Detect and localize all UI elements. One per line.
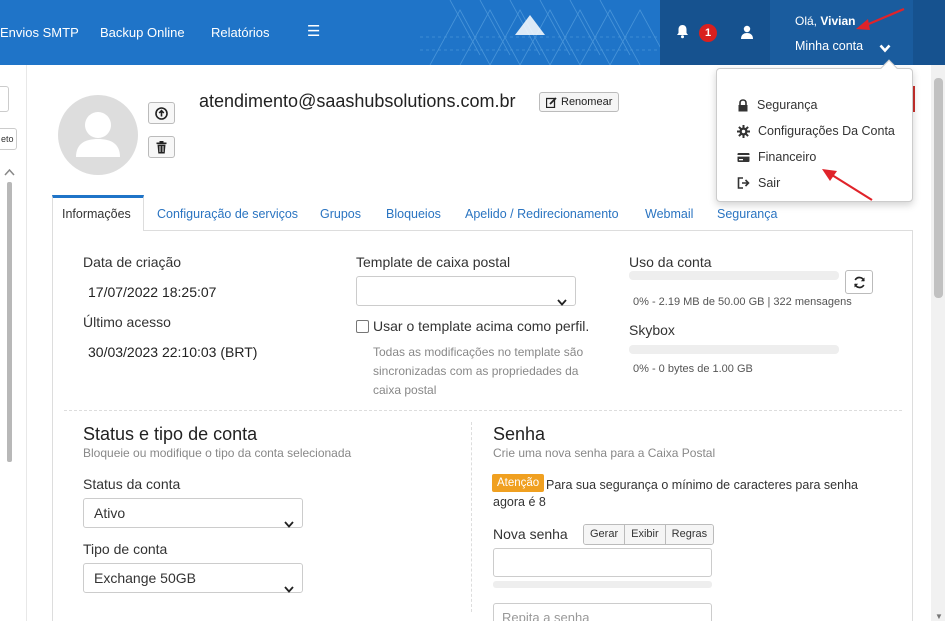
- use-template-checkbox[interactable]: [356, 320, 369, 333]
- password-rules-button[interactable]: Regras: [665, 525, 714, 544]
- warning-badge: Atenção: [492, 474, 545, 492]
- credit-card-icon: [737, 152, 750, 162]
- new-password-label: Nova senha: [493, 526, 568, 542]
- type-label: Tipo de conta: [83, 541, 168, 557]
- warning-text: Para sua segurança o mínimo de caractere…: [546, 478, 858, 492]
- section-divider: [64, 410, 902, 411]
- page-scrollbar-thumb[interactable]: [934, 78, 943, 298]
- password-button-group: Gerar Exibir Regras: [583, 524, 715, 545]
- upload-icon: [155, 106, 168, 120]
- show-password-button[interactable]: Exibir: [625, 525, 666, 544]
- password-strength-bar: [493, 581, 712, 588]
- scroll-down-arrow-icon[interactable]: ▼: [935, 612, 943, 621]
- tab-seguranca[interactable]: Segurança: [717, 207, 777, 221]
- column-divider: [471, 422, 472, 612]
- password-section-subtitle: Crie uma nova senha para a Caixa Postal: [493, 446, 716, 460]
- chevron-up-icon[interactable]: [4, 164, 15, 179]
- left-panel-scrollbar[interactable]: [7, 182, 12, 462]
- usage-progress-bar: [629, 271, 839, 280]
- user-greeting: Olá, Vivian: [795, 14, 856, 28]
- account-type-select[interactable]: Exchange 50GB: [83, 563, 303, 593]
- created-value: 17/07/2022 18:25:07: [88, 284, 217, 300]
- dropdown-item-financeiro[interactable]: Financeiro: [737, 150, 816, 164]
- dropdown-label: Segurança: [757, 98, 818, 112]
- status-section-subtitle: Bloqueie ou modifique o tipo da conta se…: [83, 446, 352, 460]
- skybox-progress-bar: [629, 345, 839, 354]
- edit-icon: [546, 96, 557, 108]
- last-access-label: Último acesso: [83, 314, 171, 330]
- repeat-password-input[interactable]: Repita a senha: [493, 603, 712, 621]
- lock-icon: [738, 98, 748, 111]
- usage-label: Uso da conta: [629, 254, 712, 270]
- skybox-text: 0% - 0 bytes de 1.00 GB: [633, 363, 753, 375]
- chevron-down-icon: [557, 287, 567, 315]
- avatar[interactable]: [58, 95, 138, 175]
- dropdown-item-seguranca[interactable]: Segurança: [737, 98, 817, 112]
- chevron-down-icon: [284, 509, 294, 537]
- template-select[interactable]: [356, 276, 576, 306]
- chevron-down-icon[interactable]: [879, 41, 891, 56]
- warning-text-continued: agora é 8: [493, 495, 546, 509]
- bell-icon[interactable]: [676, 24, 689, 42]
- user-name: Vivian: [820, 14, 856, 28]
- refresh-usage-button[interactable]: [845, 270, 873, 294]
- notification-badge[interactable]: 1: [699, 24, 717, 42]
- password-section-title: Senha: [493, 424, 546, 444]
- skybox-label: Skybox: [629, 322, 675, 338]
- status-select[interactable]: Ativo: [83, 498, 303, 528]
- template-label: Template de caixa postal: [356, 254, 511, 270]
- rename-button[interactable]: Renomear: [539, 92, 620, 112]
- nav-envios-smtp[interactable]: Envios SMTP: [0, 25, 79, 40]
- tab-configuracao-servicos[interactable]: Configuração de serviços: [157, 207, 298, 221]
- sign-out-icon: [737, 177, 750, 189]
- header-pattern: [420, 0, 660, 65]
- chevron-down-icon: [284, 574, 294, 602]
- tab-grupos[interactable]: Grupos: [320, 207, 361, 221]
- tab-apelido-redirecionamento[interactable]: Apelido / Redirecionamento: [465, 207, 619, 221]
- upload-avatar-button[interactable]: [148, 102, 175, 124]
- user-icon[interactable]: [740, 25, 754, 42]
- gear-icon: [737, 124, 750, 138]
- left-panel-button-2[interactable]: eto: [0, 128, 17, 150]
- status-section-title: Status e tipo de conta: [83, 424, 258, 444]
- account-email: atendimento@saashubsolutions.com.br: [199, 91, 516, 111]
- nav-relatorios[interactable]: Relatórios: [211, 25, 270, 40]
- dropdown-label: Sair: [758, 176, 781, 190]
- account-label[interactable]: Minha conta: [795, 39, 863, 53]
- dropdown-label: Financeiro: [758, 150, 817, 164]
- dropdown-item-configuracoes[interactable]: Configurações Da Conta: [737, 124, 895, 138]
- left-panel-divider: [26, 65, 27, 621]
- dropdown-item-sair[interactable]: Sair: [737, 176, 780, 190]
- account-dropdown: Segurança Configurações Da Conta Finance…: [716, 59, 913, 202]
- refresh-icon: [853, 276, 865, 288]
- tab-bloqueios[interactable]: Bloqueios: [386, 207, 441, 221]
- last-access-value: 30/03/2023 22:10:03 (BRT): [88, 344, 258, 360]
- menu-icon[interactable]: ☰: [307, 22, 320, 40]
- left-panel-button[interactable]: [0, 86, 9, 112]
- status-label: Status da conta: [83, 476, 181, 492]
- nav-backup-online[interactable]: Backup Online: [100, 25, 185, 40]
- generate-password-button[interactable]: Gerar: [584, 525, 626, 544]
- tab-informacoes[interactable]: Informações: [62, 207, 131, 221]
- created-label: Data de criação: [83, 254, 182, 270]
- new-password-input[interactable]: [493, 548, 712, 577]
- template-help-text: Todas as modificações no template são si…: [373, 345, 584, 397]
- use-template-label: Usar o template acima como perfil.: [373, 318, 590, 334]
- trash-icon: [156, 140, 167, 153]
- dropdown-label: Configurações Da Conta: [758, 124, 895, 138]
- account-menu-toggle[interactable]: [770, 0, 913, 65]
- tab-webmail[interactable]: Webmail: [645, 207, 693, 221]
- delete-avatar-button[interactable]: [148, 136, 175, 158]
- usage-text: 0% - 2.19 MB de 50.00 GB | 322 mensagens: [633, 296, 852, 308]
